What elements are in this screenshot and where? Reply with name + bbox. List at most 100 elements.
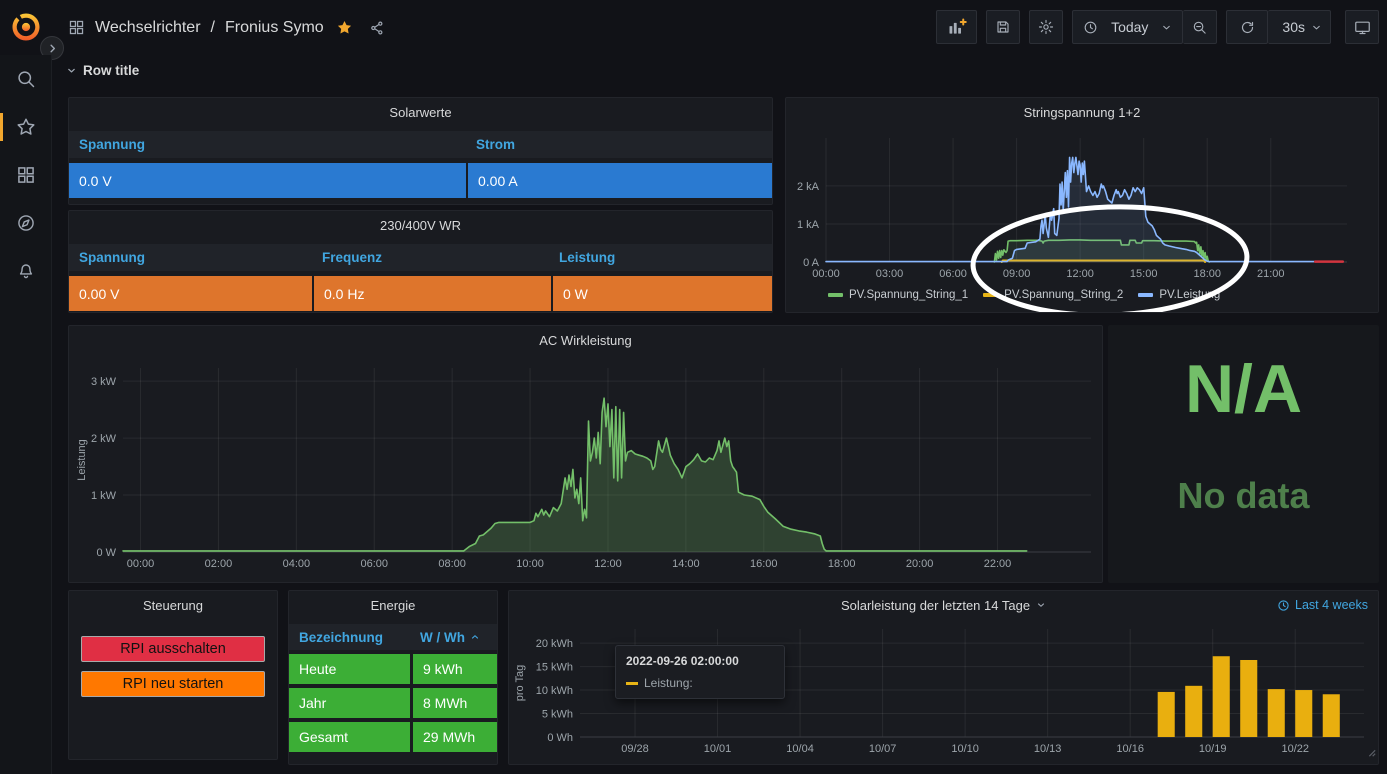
panel-menu-chevron-icon[interactable] [1036,600,1046,610]
table-cell-label: Jahr [289,688,410,718]
save-dashboard-button[interactable] [986,10,1020,44]
chevron-down-icon [66,65,77,76]
compass-icon [16,213,36,233]
table-cell-label: Heute [289,654,410,684]
svg-text:10/13: 10/13 [1034,743,1062,755]
svg-text:02:00: 02:00 [205,558,233,570]
ac-wirkleistung-chart[interactable]: 00:0002:0004:0006:0008:0010:0012:0014:00… [75,356,1098,579]
refresh-controls: 30s [1226,10,1331,44]
breadcrumb-folder[interactable]: Wechselrichter [95,19,201,37]
svg-text:14:00: 14:00 [672,558,700,570]
share-icon[interactable] [369,20,385,36]
dashboard-toolbar: Today 30s [936,10,1379,44]
column-header[interactable]: Spannung [69,131,466,158]
panel-ac-wirkleistung: AC Wirkleistung 00:0002:0004:0006:0008:0… [68,325,1103,583]
rpi-restart-button[interactable]: RPI neu starten [81,671,265,697]
time-range-picker[interactable]: Today [1072,10,1183,44]
panel-title[interactable]: Steuerung [69,591,277,619]
rpi-shutdown-button[interactable]: RPI ausschalten [81,636,265,662]
svg-text:3 kW: 3 kW [91,376,117,388]
panel-title[interactable]: AC Wirkleistung [69,326,1102,354]
dashboard-settings-button[interactable] [1029,10,1063,44]
panel-stringspannung: Stringspannung 1+2 00:0003:0006:0009:001… [785,97,1379,313]
table-cell-frequenz: 0.0 Hz [314,276,551,311]
table-cell-leistung: 0 W [553,276,772,311]
legend-item[interactable]: PV.Spannung_String_2 [983,289,1123,301]
sidebar-item-search[interactable] [0,55,52,103]
svg-text:04:00: 04:00 [283,558,311,570]
legend-color-dash [828,293,843,297]
column-header[interactable]: Leistung [549,244,772,271]
panel-title[interactable]: Energie [289,591,497,619]
svg-text:21:00: 21:00 [1257,268,1285,280]
zoom-out-time-button[interactable] [1183,10,1217,44]
svg-text:08:00: 08:00 [438,558,466,570]
chevron-down-icon [1311,22,1322,33]
table-cell-spannung: 0.00 V [69,276,312,311]
panel-header: Solarleistung der letzten 14 Tage Last 4… [509,591,1378,619]
table-header-row: Spannung Strom [69,131,772,158]
column-header-bezeichnung[interactable]: Bezeichnung [289,624,410,650]
svg-text:2 kW: 2 kW [91,433,117,445]
panel-solarwerte: Solarwerte Spannung Strom 0.0 V 0.00 A [68,97,773,205]
legend-label: PV.Spannung_String_2 [1004,289,1123,301]
stringspannung-chart[interactable]: 00:0003:0006:0009:0012:0015:0018:0021:00… [792,128,1374,286]
panel-title[interactable]: Solarwerte [69,98,772,126]
sidebar-item-dashboards[interactable] [0,151,52,199]
column-header[interactable]: Strom [466,131,772,158]
no-data-message: No data [1108,475,1379,517]
panel-resize-handle[interactable] [1366,744,1376,762]
svg-text:10/07: 10/07 [869,743,897,755]
row-title: Row title [83,63,139,78]
panel-title[interactable]: Solarleistung der letzten 14 Tage [841,598,1030,613]
table-row: 0.00 V 0.0 Hz 0 W [69,276,772,311]
svg-text:1 kW: 1 kW [91,490,117,502]
panel-title[interactable]: 230/400V WR [69,211,772,239]
svg-text:06:00: 06:00 [939,268,967,280]
tooltip-series-color-dash [626,682,638,685]
legend-color-dash [983,293,998,297]
favorite-star-icon[interactable] [336,19,353,36]
tooltip-series-label: Leistung: [644,676,693,690]
svg-text:18:00: 18:00 [828,558,856,570]
active-section-indicator [0,113,3,141]
svg-text:22:00: 22:00 [984,558,1012,570]
table-row: 0.0 V 0.00 A [69,163,772,198]
refresh-button[interactable] [1226,10,1268,44]
add-panel-button[interactable] [936,10,977,44]
dashboards-grid-icon [16,165,36,185]
breadcrumb-dashboard-title[interactable]: Fronius Symo [225,19,324,37]
column-header[interactable]: Spannung [69,244,312,271]
panel-stat-na: N/A No data [1108,325,1379,583]
monitor-icon [1354,19,1371,36]
sort-ascending-icon [470,632,480,642]
grafana-logo-icon[interactable] [8,9,44,45]
column-header-label: W / Wh [420,630,465,645]
legend-color-dash [1138,293,1153,297]
sidebar-item-explore[interactable] [0,199,52,247]
svg-text:10 kWh: 10 kWh [536,685,573,697]
svg-text:5 kWh: 5 kWh [542,709,573,721]
panel-time-range-link[interactable]: Last 4 weeks [1277,598,1368,612]
legend-item[interactable]: PV.Leistung [1138,289,1220,301]
column-header[interactable]: Frequenz [312,244,549,271]
row-toggle[interactable]: Row title [66,63,139,78]
sidebar-item-starred[interactable] [0,103,52,151]
svg-text:15:00: 15:00 [1130,268,1158,280]
chevron-down-icon [1161,22,1172,33]
panel-solarleistung-14-tage: Solarleistung der letzten 14 Tage Last 4… [508,590,1379,765]
refresh-interval-dropdown[interactable]: 30s [1268,10,1331,44]
table-row: Jahr 8 MWh [289,688,497,718]
column-header-w-wh[interactable]: W / Wh [410,624,497,650]
svg-text:Leistung: Leistung [76,439,88,481]
table-cell-label: Gesamt [289,722,410,752]
sidebar-item-alerting[interactable] [0,247,52,295]
legend-label: PV.Spannung_String_1 [849,289,968,301]
kiosk-mode-button[interactable] [1345,10,1379,44]
svg-text:18:00: 18:00 [1193,268,1221,280]
dashboard-grid-icon [68,19,85,36]
panel-title[interactable]: Stringspannung 1+2 [786,98,1378,126]
panel-230-400v-wr: 230/400V WR Spannung Frequenz Leistung 0… [68,210,773,313]
legend-item[interactable]: PV.Spannung_String_1 [828,289,968,301]
clock-icon [1083,20,1098,35]
